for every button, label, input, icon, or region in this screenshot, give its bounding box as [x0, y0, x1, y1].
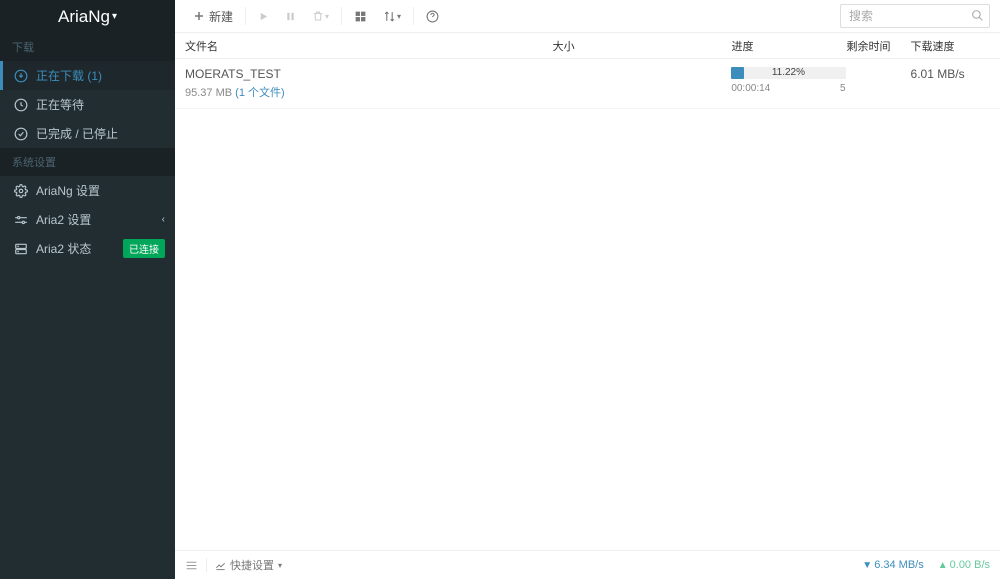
table-body: MOERATS_TEST 95.37 MB (1 个文件) 11.22% 00:…	[175, 59, 1000, 550]
search-input[interactable]	[840, 4, 990, 28]
quick-settings-label: 快捷设置	[230, 557, 274, 573]
app-logo: AriaNg	[58, 7, 110, 27]
row-filename: MOERATS_TEST	[185, 67, 553, 81]
column-header-speed[interactable]: 下载速度	[911, 38, 991, 54]
row-size: 95.37 MB	[185, 87, 232, 99]
column-header-name[interactable]: 文件名	[185, 38, 553, 54]
row-filesize-line: 95.37 MB (1 个文件)	[185, 84, 553, 100]
gear-icon	[12, 184, 30, 198]
sort-button[interactable]: ▾	[375, 0, 409, 33]
sidebar-item-downloading[interactable]: 正在下载 (1)	[0, 61, 175, 90]
cell-progress: 11.22% 00:00:14 5	[731, 67, 845, 100]
toolbar-divider	[245, 7, 246, 25]
progress-subline: 00:00:14 5	[731, 83, 845, 94]
sidebar-item-waiting[interactable]: 正在等待	[0, 90, 175, 119]
sliders-icon	[12, 213, 30, 227]
cell-filename: MOERATS_TEST 95.37 MB (1 个文件)	[185, 67, 553, 100]
help-button[interactable]	[418, 0, 447, 33]
progress-fill	[731, 67, 744, 79]
sidebar-section-downloads: 下载	[0, 33, 175, 61]
delete-button[interactable]: ▾	[304, 0, 337, 33]
column-header-size[interactable]: 大小	[553, 38, 732, 54]
row-elapsed: 00:00:14	[731, 83, 770, 94]
global-download-speed: ▼6.34 MB/s	[862, 559, 923, 571]
sidebar-item-label: 正在下载 (1)	[36, 67, 102, 84]
table-row[interactable]: MOERATS_TEST 95.37 MB (1 个文件) 11.22% 00:…	[175, 59, 1000, 109]
toolbar-divider	[341, 7, 342, 25]
menu-icon[interactable]	[185, 559, 198, 572]
sidebar-item-aria2-settings[interactable]: Aria2 设置 ‹	[0, 205, 175, 234]
sidebar-item-label: Aria2 设置	[36, 211, 91, 228]
sidebar-item-label: 已完成 / 已停止	[36, 125, 118, 142]
column-header-progress[interactable]: 进度	[732, 38, 846, 54]
global-upload-speed: ▲0.00 B/s	[938, 559, 990, 571]
toolbar: 新建 ▾ ▾	[175, 0, 1000, 33]
progress-bar: 11.22%	[731, 67, 845, 79]
pause-button[interactable]	[277, 0, 304, 33]
new-task-label: 新建	[209, 8, 233, 25]
sidebar-item-label: 正在等待	[36, 96, 84, 113]
upload-speed-value: 0.00 B/s	[950, 559, 990, 571]
quick-settings-button[interactable]: 快捷设置 ▾	[215, 557, 282, 573]
table-header: 文件名 大小 进度 剩余时间 下载速度	[175, 33, 1000, 59]
new-task-button[interactable]: 新建	[185, 0, 241, 33]
sidebar-item-aria2-status[interactable]: Aria2 状态 已连接	[0, 234, 175, 263]
sidebar-item-label: Aria2 状态	[36, 240, 91, 257]
check-circle-icon	[12, 127, 30, 141]
caret-down-icon: ▾	[112, 11, 117, 22]
row-files-link[interactable]: (1 个文件)	[235, 87, 285, 99]
server-icon	[12, 242, 30, 256]
footer-divider	[206, 558, 207, 572]
cell-size-spacer	[553, 67, 732, 100]
cell-speed: 6.01 MB/s	[911, 67, 990, 100]
search-wrap	[840, 4, 990, 28]
search-icon[interactable]	[971, 9, 984, 22]
arrow-up-icon: ▲	[938, 560, 948, 571]
statusbar: 快捷设置 ▾ ▼6.34 MB/s ▲0.00 B/s	[175, 550, 1000, 579]
progress-text: 11.22%	[772, 67, 805, 79]
download-speed-value: 6.34 MB/s	[874, 559, 924, 571]
row-remaining: 5	[840, 83, 846, 94]
start-button[interactable]	[250, 0, 277, 33]
view-grid-button[interactable]	[346, 0, 375, 33]
sidebar-item-ariang-settings[interactable]: AriaNg 设置	[0, 176, 175, 205]
sidebar-item-label: AriaNg 设置	[36, 182, 100, 199]
download-icon	[12, 69, 30, 83]
caret-down-icon: ▾	[278, 561, 282, 570]
caret-down-icon: ▾	[397, 12, 401, 21]
sidebar-header[interactable]: AriaNg ▾	[0, 0, 175, 33]
arrow-down-icon: ▼	[862, 560, 872, 571]
sidebar-section-system: 系统设置	[0, 148, 175, 176]
toolbar-divider	[413, 7, 414, 25]
column-header-remaining[interactable]: 剩余时间	[846, 38, 891, 54]
sidebar: AriaNg ▾ 下载 正在下载 (1) 正在等待 已完成 / 已停止 系统设置…	[0, 0, 175, 579]
clock-icon	[12, 98, 30, 112]
chevron-left-icon: ‹	[162, 214, 165, 225]
sidebar-item-finished[interactable]: 已完成 / 已停止	[0, 119, 175, 148]
status-badge: 已连接	[123, 239, 165, 258]
caret-down-icon: ▾	[325, 12, 329, 21]
